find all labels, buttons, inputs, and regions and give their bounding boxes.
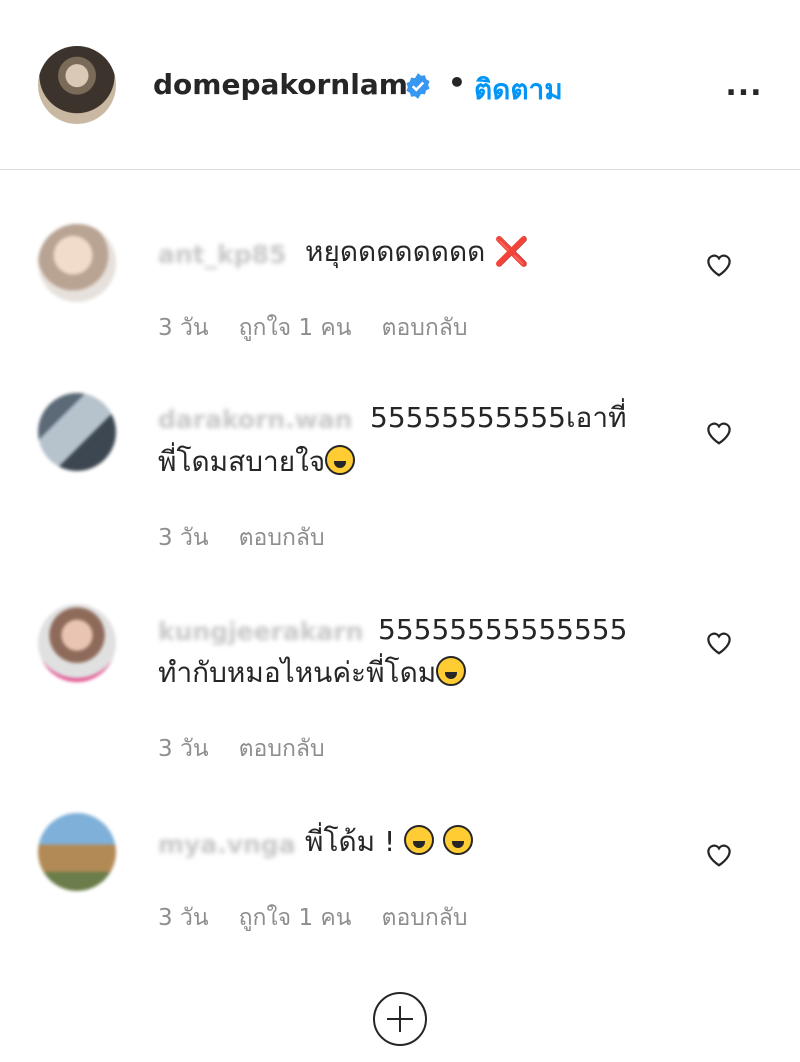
reply-button[interactable]: ตอบกลับ: [382, 900, 468, 936]
comment-text: หยุดดดดดดดด ❌: [305, 232, 529, 272]
comment-text-content: หยุดดดดดดดด ❌: [305, 235, 530, 268]
author-username[interactable]: domepakornlam: [153, 68, 408, 101]
reply-button[interactable]: ตอบกลับ: [382, 310, 468, 346]
comment-text-line2-content: พี่โดมสบายใจ: [158, 445, 326, 478]
like-heart-icon[interactable]: [704, 840, 734, 868]
follow-button[interactable]: ติดตาม: [474, 68, 563, 112]
rofl-emoji-icon: [404, 825, 435, 855]
reply-button[interactable]: ตอบกลับ: [239, 731, 325, 767]
commenter-avatar[interactable]: [38, 813, 116, 891]
comment-time[interactable]: 3 วัน: [158, 310, 209, 346]
comment-text: 55555555555555: [378, 613, 628, 646]
commenter-avatar[interactable]: [38, 224, 116, 302]
rofl-emoji-icon: [443, 825, 474, 855]
author-avatar[interactable]: [38, 46, 116, 124]
comment-likes[interactable]: ถูกใจ 1 คน: [239, 900, 352, 936]
commenter-username[interactable]: darakorn.wan: [158, 405, 352, 434]
comment-likes[interactable]: ถูกใจ 1 คน: [239, 310, 352, 346]
comment-text-line2: พี่โดมสบายใจ: [158, 442, 356, 482]
commenter-avatar[interactable]: [38, 604, 116, 682]
comment-meta: 3 วัน ถูกใจ 1 คน ตอบกลับ: [158, 900, 468, 936]
separator-dot: •: [448, 66, 466, 99]
like-heart-icon[interactable]: [704, 418, 734, 446]
commenter-username[interactable]: kungjeerakarn: [158, 617, 363, 646]
like-heart-icon[interactable]: [704, 628, 734, 656]
plus-circle-icon[interactable]: [373, 992, 427, 1046]
verified-badge-icon: [406, 73, 430, 99]
comment-time[interactable]: 3 วัน: [158, 900, 209, 936]
commenter-username[interactable]: mya.vnga: [158, 830, 296, 859]
comment-time[interactable]: 3 วัน: [158, 520, 209, 556]
reply-button[interactable]: ตอบกลับ: [239, 520, 325, 556]
comment-text-content: พี่โด้ม !: [305, 825, 396, 858]
rofl-emoji-icon: [325, 445, 356, 475]
comment-text: 55555555555เอาที่: [370, 401, 627, 434]
comment-text-line2-content: ทำกับหมอไหนค่ะพี่โดม: [158, 656, 437, 689]
post-header: domepakornlam • ติดตาม ...: [0, 0, 800, 170]
comment-time[interactable]: 3 วัน: [158, 731, 209, 767]
commenter-avatar[interactable]: [38, 393, 116, 471]
comment-meta: 3 วัน ตอบกลับ: [158, 520, 325, 556]
comment-text-line2: ทำกับหมอไหนค่ะพี่โดม: [158, 653, 467, 693]
more-options-button[interactable]: ...: [720, 66, 768, 106]
like-heart-icon[interactable]: [704, 250, 734, 278]
commenter-username[interactable]: ant_kp85: [158, 240, 286, 269]
comment-text: พี่โด้ม !: [305, 822, 474, 862]
comment-meta: 3 วัน ถูกใจ 1 คน ตอบกลับ: [158, 310, 468, 346]
comment-meta: 3 วัน ตอบกลับ: [158, 731, 325, 767]
grinning-emoji-icon: [436, 656, 467, 686]
